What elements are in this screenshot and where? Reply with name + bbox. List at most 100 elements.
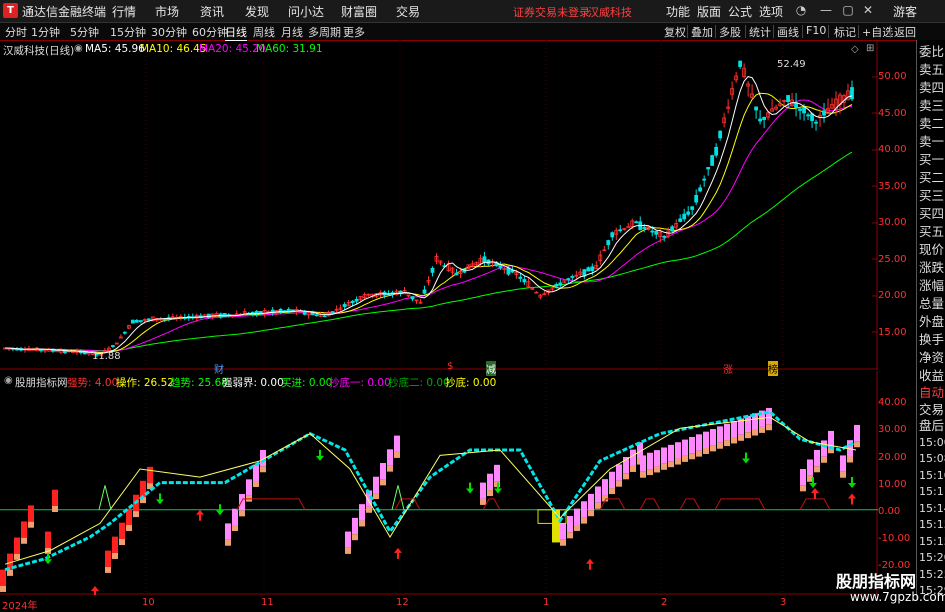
- overlay-button[interactable]: 叠加: [691, 24, 713, 40]
- panel-tab[interactable]: 交易: [919, 402, 944, 417]
- indicator-axis-tick: 30.00: [878, 424, 907, 435]
- app-name: 通达信金融终端: [22, 5, 107, 19]
- back-button[interactable]: 返回: [894, 24, 916, 40]
- indicator-bar: [574, 508, 580, 525]
- period-tab-15min[interactable]: 15分钟: [110, 24, 146, 40]
- quote-field-label: 买三: [919, 188, 945, 203]
- indicator-bar-low: [847, 456, 853, 463]
- panel-tab[interactable]: 盘后: [919, 418, 944, 433]
- indicator-field-bottom2: 抄底二: 0.00: [388, 377, 450, 389]
- indicator-bar-low: [21, 537, 27, 544]
- title-bar: T 通达信金融终端 行情 市场 资讯 发现 问小达 财富圈 交易 证券交易未登录…: [0, 0, 945, 23]
- period-toolbar: 分时 1分钟 5分钟 15分钟 30分钟 60分钟 日线 周线 月线 多周期 更…: [0, 23, 945, 41]
- indicator-bar-low: [717, 442, 723, 449]
- indicator-arrows: [44, 449, 856, 595]
- chart-settings-icon[interactable]: ◉: [74, 43, 83, 54]
- indicator-bar: [494, 464, 500, 482]
- skin-icon[interactable]: ◔: [793, 2, 809, 18]
- minimize-icon[interactable]: —: [818, 2, 834, 18]
- period-tab-30min[interactable]: 30分钟: [151, 24, 187, 40]
- candle-body: [122, 331, 127, 334]
- menu-trade[interactable]: 交易: [396, 3, 420, 20]
- candlestick-chart[interactable]: [0, 40, 878, 370]
- candle-body: [138, 320, 143, 322]
- add-watchlist-button[interactable]: +自选: [862, 24, 893, 40]
- quote-field-label: 买五: [919, 224, 945, 239]
- draw-line-button[interactable]: 画线: [777, 24, 799, 40]
- menu-ask[interactable]: 问小达: [288, 3, 324, 20]
- multi-stock-button[interactable]: 多股: [719, 24, 741, 40]
- menu-layout[interactable]: 版面: [697, 3, 721, 20]
- menu-news[interactable]: 资讯: [200, 3, 224, 20]
- menu-options[interactable]: 选项: [759, 3, 783, 20]
- restore-rights-button[interactable]: 复权: [664, 24, 686, 40]
- indicator-bar-low: [800, 485, 806, 492]
- quote-field-label: 买四: [919, 206, 945, 221]
- candle-body: [606, 240, 611, 246]
- indicator-bar-low: [260, 466, 266, 473]
- menu-quotes[interactable]: 行情: [112, 3, 136, 20]
- indicator-bar: [560, 523, 566, 540]
- candle-body: [810, 113, 814, 122]
- maximize-icon[interactable]: ▢: [840, 2, 856, 18]
- indicator-bar-low: [105, 566, 111, 573]
- period-tab-weekly[interactable]: 周线: [253, 24, 275, 40]
- period-tab-1min[interactable]: 1分钟: [31, 24, 60, 40]
- indicator-bar-low: [675, 458, 681, 465]
- indicator-settings-icon[interactable]: ◉: [4, 375, 13, 386]
- indicator-bar: [814, 449, 820, 467]
- trade-login-notice[interactable]: 证券交易未登录: [513, 4, 590, 20]
- indicator-bar: [581, 501, 587, 518]
- indicator-bar: [140, 480, 146, 498]
- tick-time: 15:08: [919, 452, 945, 465]
- mark-button[interactable]: 标记: [834, 24, 856, 40]
- indicator-bar-low: [654, 466, 660, 473]
- menu-function[interactable]: 功能: [666, 3, 690, 20]
- diamond-icon[interactable]: ◇: [851, 44, 859, 55]
- quote-field-label: 现价: [919, 242, 945, 257]
- period-tab-60min[interactable]: 60分钟: [192, 24, 228, 40]
- close-icon[interactable]: ✕: [860, 2, 876, 18]
- indicator-axis-tick: 40.00: [878, 397, 907, 408]
- indicator-bar-low: [359, 520, 365, 527]
- sell-arrow: [848, 477, 856, 489]
- sell-arrow: [742, 452, 750, 464]
- candle-body: [286, 308, 291, 312]
- candle-body: [662, 235, 667, 238]
- indicator-chart[interactable]: [0, 371, 878, 595]
- indicator-bar-low: [387, 465, 393, 472]
- menu-wealth[interactable]: 财富圈: [341, 3, 377, 20]
- quote-field-label: 买一: [919, 152, 945, 167]
- guest-label[interactable]: 游客: [893, 3, 917, 20]
- period-tab-monthly[interactable]: 月线: [281, 24, 303, 40]
- price-axis-tick: 45.00: [878, 108, 907, 119]
- menu-formula[interactable]: 公式: [728, 3, 752, 20]
- period-tab-daily[interactable]: 日线: [225, 24, 247, 41]
- indicator-bar-low: [595, 502, 601, 509]
- window-toggle-icon[interactable]: ⊞: [866, 43, 874, 54]
- menu-discover[interactable]: 发现: [245, 3, 269, 20]
- candle-body: [642, 227, 647, 229]
- statistics-button[interactable]: 统计: [749, 24, 771, 40]
- ma10-readout: MA10: 46.45: [140, 43, 207, 55]
- candle-body: [39, 349, 43, 352]
- candle-body: [762, 117, 767, 121]
- candle-body: [670, 226, 675, 232]
- indicator-bar-low: [380, 479, 386, 486]
- period-tab-5min[interactable]: 5分钟: [70, 24, 99, 40]
- period-tab-timeshare[interactable]: 分时: [5, 24, 27, 40]
- panel-tab[interactable]: 自动: [919, 385, 944, 400]
- period-tab-multi[interactable]: 多周期: [308, 24, 341, 40]
- candle-body: [634, 221, 639, 224]
- buy-arrow: [848, 493, 856, 505]
- candle-body: [482, 256, 487, 263]
- indicator-bar: [661, 447, 667, 464]
- indicator-bar-low: [394, 451, 400, 458]
- indicator-bar: [588, 493, 594, 511]
- indicator-bar: [21, 521, 27, 538]
- menu-market[interactable]: 市场: [155, 3, 179, 20]
- period-tab-more[interactable]: 更多: [343, 24, 365, 40]
- f10-button[interactable]: F10: [806, 24, 826, 37]
- indicator-bar: [352, 517, 358, 535]
- quote-field-label: 净资: [919, 350, 945, 365]
